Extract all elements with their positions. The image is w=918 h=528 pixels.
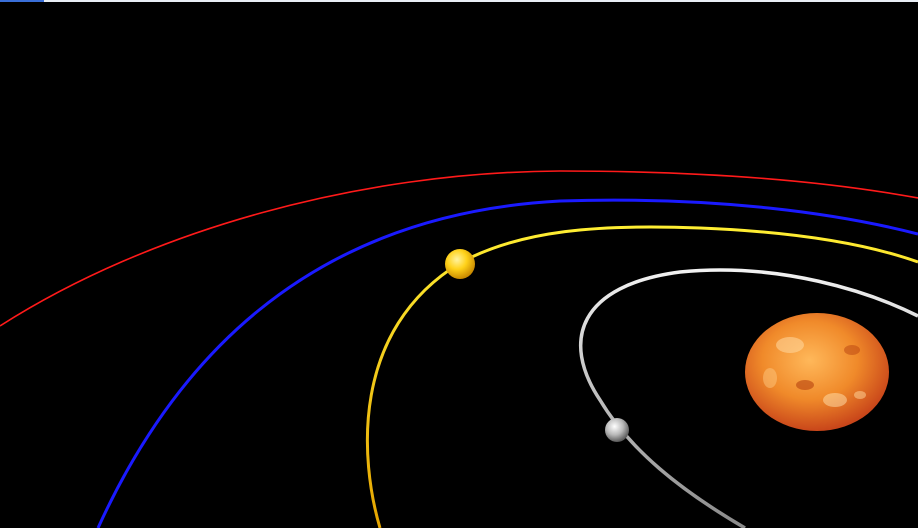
- sun-icon[interactable]: [745, 313, 889, 431]
- orbit-scene[interactable]: [0, 0, 918, 528]
- orbit-red: [0, 170, 918, 327]
- window-top-edge: [0, 0, 918, 2]
- moon-icon[interactable]: [605, 418, 629, 442]
- solar-system-viewport[interactable]: [0, 0, 918, 528]
- window-top-edge-accent: [0, 0, 44, 2]
- planet-icon[interactable]: [445, 249, 475, 279]
